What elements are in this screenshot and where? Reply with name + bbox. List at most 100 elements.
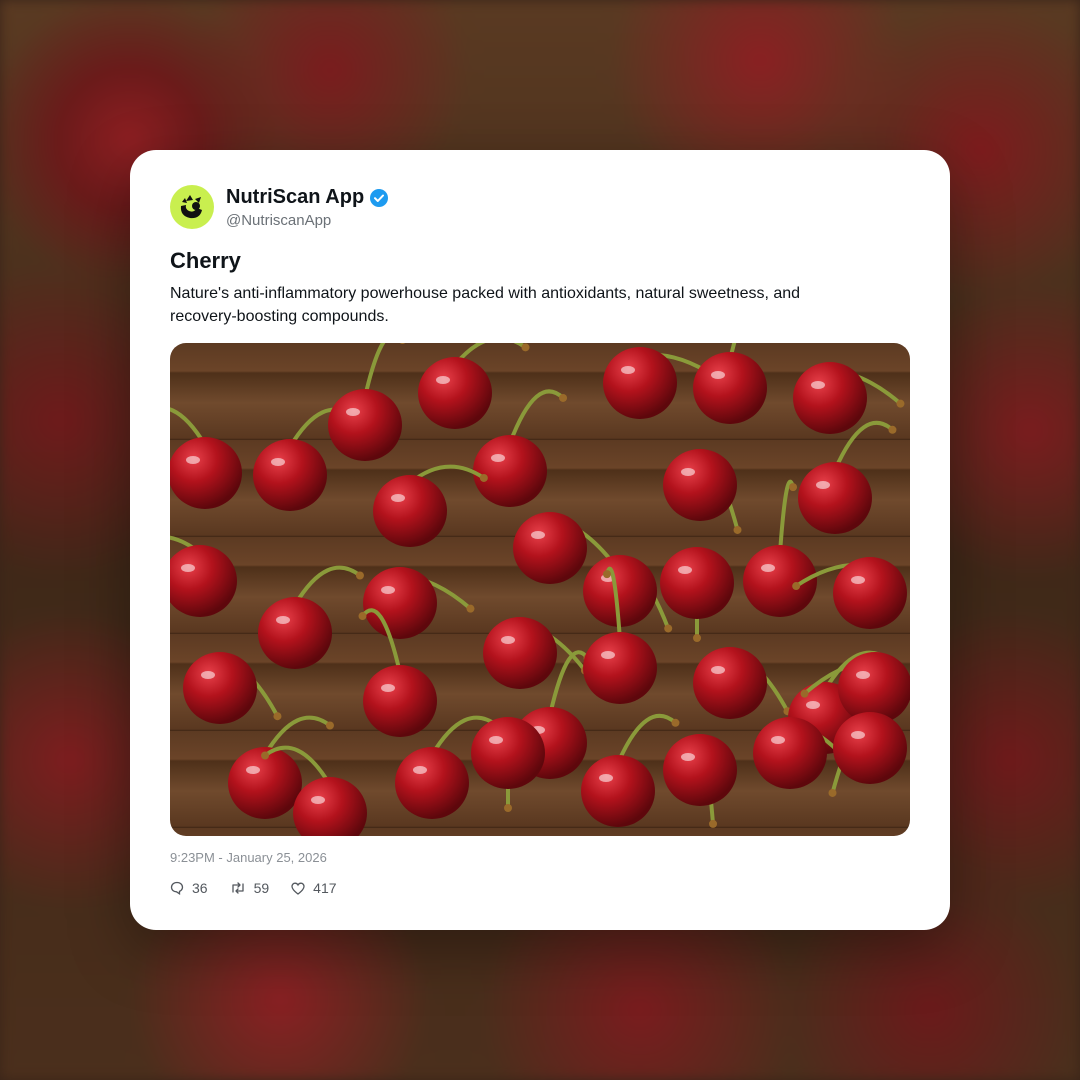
cherry-fruit: [833, 712, 907, 784]
cherry-fruit: [660, 547, 734, 619]
cherry-highlight: [491, 454, 505, 462]
cherry-highlight: [276, 616, 290, 624]
cherry-stem-tip: [325, 721, 334, 730]
cherry-fruit: [170, 545, 237, 617]
cherry-highlight: [601, 651, 615, 659]
heart-icon: [291, 882, 305, 895]
like-button[interactable]: 417: [291, 880, 337, 896]
cherry-highlight: [381, 586, 395, 594]
cherry-highlight: [271, 458, 285, 466]
cherry-fruit: [693, 647, 767, 719]
cherry-highlight: [711, 666, 725, 674]
cherry-highlight: [413, 766, 427, 774]
cherry-highlight: [851, 576, 865, 584]
cherry-stem-tip: [559, 393, 568, 402]
cherry-highlight: [186, 456, 200, 464]
like-count: 417: [313, 880, 337, 896]
cherry-stem-tip: [504, 804, 512, 812]
cherry-stem-tip: [896, 399, 905, 408]
cherry-highlight: [681, 468, 695, 476]
cherry-fruit: [473, 435, 547, 507]
cherry-highlight: [851, 731, 865, 739]
author-row: NutriScan App: [226, 186, 389, 209]
cherry-highlight: [816, 481, 830, 489]
cherry-fruit: [793, 362, 867, 434]
author-name[interactable]: NutriScan App: [226, 186, 364, 209]
cherry-stem-tip: [789, 483, 798, 492]
cherry-fruit: [293, 777, 367, 836]
post-actions: 36 59 417: [170, 880, 359, 896]
cherry-highlight: [599, 774, 613, 782]
cherry-stem-tip: [671, 718, 680, 727]
cherry-stem-tip: [800, 689, 809, 698]
cherry-stem-tip: [261, 751, 270, 760]
cherry-highlight: [489, 736, 503, 744]
cherry-fruit: [395, 747, 469, 819]
repost-count: 59: [253, 880, 270, 896]
author-handle[interactable]: @NutriscanApp: [226, 212, 331, 229]
cherry-fruit: [258, 597, 332, 669]
cherry-highlight: [346, 408, 360, 416]
cherry-highlight: [246, 766, 260, 774]
cherry-stem-tip: [664, 624, 673, 633]
cherry-highlight: [678, 566, 692, 574]
cherry-fruit: [471, 717, 545, 789]
cherry-highlight: [621, 366, 635, 374]
cherry-fruit: [798, 462, 872, 534]
cherry-fruit: [581, 755, 655, 827]
cherry-fruit: [363, 665, 437, 737]
cherry-highlight: [771, 736, 785, 744]
post-image[interactable]: [170, 343, 910, 836]
cherry-highlight: [311, 796, 325, 804]
cherry-stem-tip: [792, 582, 801, 591]
cherry-stem-tip: [828, 788, 837, 797]
cherry-stem-tip: [466, 604, 475, 613]
cherry-stem-tip: [479, 473, 488, 482]
cherry-fruit: [328, 389, 402, 461]
verified-badge-icon: [370, 188, 389, 207]
reply-icon: [170, 881, 184, 895]
cherry-highlight: [436, 376, 450, 384]
cherry-highlight: [201, 671, 215, 679]
cherry-stem: [778, 479, 796, 555]
cherry-highlight: [181, 564, 195, 572]
cherry-stem-tip: [709, 819, 718, 828]
cherry-highlight: [381, 684, 395, 692]
cherry-fruit: [583, 632, 657, 704]
cherry-stem-tip: [733, 525, 742, 534]
cherries-illustration: [170, 343, 910, 836]
repost-button[interactable]: 59: [230, 880, 270, 896]
cherry-stem: [508, 389, 566, 445]
cherry-fruit: [170, 437, 242, 509]
cherry-stem-tip: [355, 571, 364, 580]
cherry-fruit: [603, 347, 677, 419]
reply-count: 36: [192, 880, 208, 896]
cherry-fruit: [753, 717, 827, 789]
cherry-stem-tip: [521, 343, 530, 352]
cherry-stem-tip: [273, 712, 282, 721]
repost-icon: [231, 882, 244, 894]
cherry-fruit: [418, 357, 492, 429]
post-timestamp: 9:23PM - January 25, 2026: [170, 850, 327, 865]
reply-button[interactable]: 36: [170, 880, 208, 896]
cherry-fruit: [483, 617, 557, 689]
post-title: Cherry: [170, 248, 241, 273]
cherry-fruit: [693, 352, 767, 424]
post-description: Nature's anti-inflammatory powerhouse pa…: [170, 285, 801, 325]
cherry-fruit: [373, 475, 447, 547]
cherry-highlight: [811, 381, 825, 389]
post-card: NutriScan App @NutriscanApp Cherry Natur…: [130, 150, 950, 930]
cherry-stem-tip: [602, 570, 611, 579]
avatar[interactable]: [170, 185, 214, 229]
cherry-fruit: [663, 734, 737, 806]
cherry-fruit: [253, 439, 327, 511]
cherry-stem-tip: [358, 612, 367, 621]
cherry-fruit: [663, 449, 737, 521]
cherry-stem: [363, 343, 386, 399]
cherry-highlight: [761, 564, 775, 572]
cherry-highlight: [501, 636, 515, 644]
cherry-stem-tip: [399, 343, 406, 345]
cherry-stem-tip: [888, 425, 897, 434]
cherry-highlight: [856, 671, 870, 679]
cherry-fruit: [363, 567, 437, 639]
